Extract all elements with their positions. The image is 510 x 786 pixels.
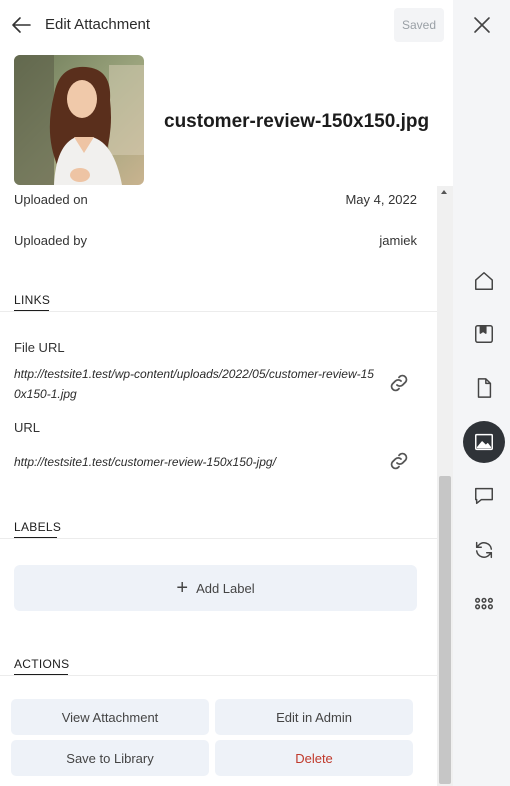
- save-to-library-button[interactable]: Save to Library: [11, 740, 209, 776]
- copy-url-button[interactable]: [387, 449, 411, 473]
- edit-attachment-panel: Edit Attachment Saved customer-review-15…: [0, 0, 453, 786]
- arrow-left-icon: [12, 17, 31, 33]
- home-icon: [475, 272, 493, 290]
- divider: [0, 311, 437, 312]
- links-heading: LINKS: [14, 293, 51, 307]
- attachment-thumbnail: [14, 55, 144, 185]
- document-icon: [477, 378, 492, 398]
- file-url-label: File URL: [14, 340, 65, 355]
- rail-home-button[interactable]: [463, 260, 505, 302]
- actions-heading: ACTIONS: [14, 657, 70, 671]
- comment-icon: [475, 487, 493, 505]
- uploaded-on-value: May 4, 2022: [345, 192, 417, 207]
- attachment-filename: customer-review-150x150.jpg: [164, 111, 430, 132]
- url-value: http://testsite1.test/customer-review-15…: [14, 455, 276, 469]
- refresh-icon: [475, 541, 493, 559]
- rail-refresh-button[interactable]: [463, 529, 505, 571]
- scrollbar-thumb[interactable]: [439, 476, 451, 784]
- add-label-text: Add Label: [196, 580, 255, 596]
- close-button[interactable]: [470, 13, 494, 37]
- panel-header: Edit Attachment Saved: [0, 0, 453, 50]
- close-icon: [474, 17, 490, 33]
- link-icon: [390, 374, 408, 392]
- bookmark-icon: [475, 325, 493, 343]
- plus-icon: +: [176, 577, 189, 599]
- uploaded-by-label: Uploaded by: [14, 233, 87, 248]
- rail-bookmark-button[interactable]: [463, 313, 505, 355]
- add-label-button[interactable]: + Add Label: [14, 565, 417, 611]
- rail-media-button[interactable]: [463, 421, 505, 463]
- edit-in-admin-button[interactable]: Edit in Admin: [215, 699, 413, 735]
- back-button[interactable]: [10, 13, 34, 37]
- saved-button[interactable]: Saved: [394, 8, 444, 42]
- delete-button[interactable]: Delete: [215, 740, 413, 776]
- right-rail: [453, 0, 510, 786]
- apps-grid-icon: [475, 597, 493, 610]
- file-url-value: http://testsite1.test/wp-content/uploads…: [14, 367, 374, 401]
- rail-document-button[interactable]: [463, 367, 505, 409]
- copy-file-url-button[interactable]: [387, 371, 411, 395]
- scroll-up-arrow-icon[interactable]: [441, 190, 447, 194]
- scrollbar[interactable]: [437, 186, 453, 786]
- divider: [0, 675, 437, 676]
- details-scroll-area[interactable]: Uploaded on May 4, 2022 Uploaded by jami…: [0, 186, 437, 786]
- url-label: URL: [14, 420, 41, 435]
- image-icon: [475, 433, 493, 451]
- labels-heading: LABELS: [14, 520, 62, 534]
- rail-comment-button[interactable]: [463, 475, 505, 517]
- link-icon: [390, 452, 408, 470]
- uploaded-by-value: jamiek: [379, 233, 417, 248]
- divider: [0, 538, 437, 539]
- view-attachment-button[interactable]: View Attachment: [11, 699, 209, 735]
- rail-apps-button[interactable]: [463, 583, 505, 625]
- uploaded-on-label: Uploaded on: [14, 192, 88, 207]
- page-title: Edit Attachment: [45, 16, 151, 33]
